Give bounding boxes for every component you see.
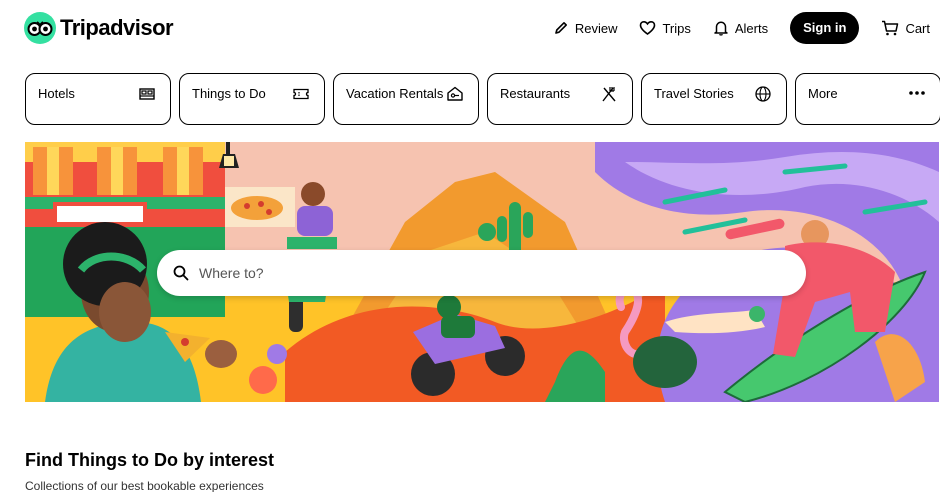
cart-link[interactable]: Cart [881,20,930,36]
trips-link[interactable]: Trips [639,20,691,36]
section-title: Find Things to Do by interest [25,450,274,470]
alerts-label: Alerts [734,20,769,36]
heart-icon [640,20,656,35]
tab-label: Things to Do [192,86,266,101]
search-icon [173,265,189,281]
owl-logo-icon [24,12,56,44]
more-dots-icon [909,91,925,95]
tab-label: Vacation Rentals [346,86,444,101]
review-link[interactable]: Review [553,20,618,36]
search-bar[interactable] [157,250,806,296]
tripadvisor-logo[interactable]: Tripadvisor [24,12,174,44]
tab-hotels[interactable]: Hotels [25,73,171,125]
search-input[interactable] [199,265,759,281]
tab-more[interactable]: More [795,73,940,125]
pencil-icon [555,22,567,34]
top-nav: Review Trips Alerts Sign in Cart [531,12,930,44]
tab-restaurants[interactable]: Restaurants [487,73,633,125]
hero-banner [25,142,939,402]
bell-icon [714,21,728,36]
tab-label: Travel Stories [654,86,734,101]
review-label: Review [574,20,618,36]
tab-label: Restaurants [500,86,571,101]
bed-icon [139,88,155,100]
globe-icon [755,86,771,102]
category-tabs: Hotels Things to Do Vacation Rentals Res… [25,73,940,125]
cart-icon [882,20,899,36]
tab-travel-stories[interactable]: Travel Stories [641,73,787,125]
tab-label: Hotels [38,86,75,101]
brand-name: Tripadvisor [60,15,174,40]
trips-label: Trips [662,20,691,36]
fork-knife-icon [602,87,616,102]
ticket-icon [293,88,309,100]
tab-vacation-rentals[interactable]: Vacation Rentals [333,73,479,125]
house-key-icon [447,86,463,101]
alerts-link[interactable]: Alerts [713,20,768,36]
tab-label: More [808,86,838,101]
sign-in-button[interactable]: Sign in [790,12,860,44]
tab-things-to-do[interactable]: Things to Do [179,73,325,125]
section-subtitle: Collections of our best bookable experie… [25,479,264,492]
cart-label: Cart [905,20,930,36]
site-header: Tripadvisor Review Trips Alerts Sign in … [0,0,940,58]
